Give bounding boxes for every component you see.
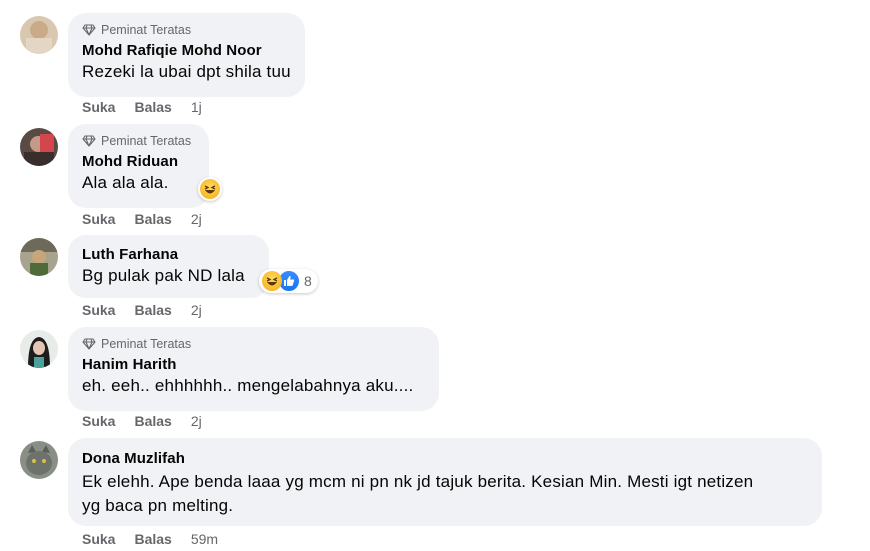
reply-button[interactable]: Balas bbox=[134, 211, 171, 227]
comment-text: eh. eeh.. ehhhhhh.. mengelabahnya aku...… bbox=[82, 376, 414, 395]
avatar[interactable] bbox=[20, 238, 58, 276]
avatar[interactable] bbox=[20, 441, 58, 479]
timestamp[interactable]: 59m bbox=[191, 531, 218, 547]
haha-reaction-icon bbox=[200, 179, 220, 199]
reply-button[interactable]: Balas bbox=[134, 99, 171, 115]
comment-actions: Suka Balas 2j bbox=[82, 412, 202, 430]
author-name[interactable]: Mohd Rafiqie Mohd Noor bbox=[82, 41, 291, 60]
like-button[interactable]: Suka bbox=[82, 531, 115, 547]
diamond-icon bbox=[82, 24, 96, 36]
like-button[interactable]: Suka bbox=[82, 302, 115, 318]
comment-text: Rezeki la ubai dpt shila tuu bbox=[82, 62, 291, 81]
comment-actions: Suka Balas 59m bbox=[82, 530, 218, 548]
haha-reaction-icon bbox=[262, 271, 282, 291]
comment-bubble: Luth Farhana Bg pulak pak ND lala bbox=[68, 235, 269, 298]
reply-button[interactable]: Balas bbox=[134, 302, 171, 318]
comment-text: Ala ala ala. bbox=[82, 173, 169, 192]
timestamp[interactable]: 2j bbox=[191, 211, 202, 227]
top-fan-badge: Peminat Teratas bbox=[82, 133, 195, 149]
timestamp[interactable]: 2j bbox=[191, 413, 202, 429]
badge-label: Peminat Teratas bbox=[101, 23, 192, 37]
comment-text: Bg pulak pak ND lala bbox=[82, 266, 245, 285]
avatar[interactable] bbox=[20, 330, 58, 368]
reaction-summary[interactable]: 8 bbox=[259, 269, 318, 293]
diamond-icon bbox=[82, 135, 96, 147]
comment-text-line: yg baca pn melting. bbox=[82, 496, 234, 515]
comment-bubble: Peminat Teratas Mohd Rafiqie Mohd Noor R… bbox=[68, 13, 305, 97]
author-name[interactable]: Luth Farhana bbox=[82, 245, 255, 264]
top-fan-badge: Peminat Teratas bbox=[82, 22, 291, 38]
comment-actions: Suka Balas 1j bbox=[82, 98, 202, 116]
comment-bubble: Peminat Teratas Mohd Riduan Ala ala ala. bbox=[68, 124, 209, 208]
badge-label: Peminat Teratas bbox=[101, 134, 192, 148]
comment-actions: Suka Balas 2j bbox=[82, 301, 202, 319]
author-name[interactable]: Dona Muzlifah bbox=[82, 449, 808, 468]
timestamp[interactable]: 2j bbox=[191, 302, 202, 318]
comment-actions: Suka Balas 2j bbox=[82, 210, 202, 228]
avatar[interactable] bbox=[20, 16, 58, 54]
badge-label: Peminat Teratas bbox=[101, 337, 192, 351]
timestamp[interactable]: 1j bbox=[191, 99, 202, 115]
reaction-summary[interactable] bbox=[198, 177, 222, 201]
reply-button[interactable]: Balas bbox=[134, 413, 171, 429]
diamond-icon bbox=[82, 338, 96, 350]
top-fan-badge: Peminat Teratas bbox=[82, 336, 425, 352]
comment-text-line: Ek elehh. Ape benda laaa yg mcm ni pn nk… bbox=[82, 472, 754, 491]
like-button[interactable]: Suka bbox=[82, 413, 115, 429]
comment-bubble: Peminat Teratas Hanim Harith eh. eeh.. e… bbox=[68, 327, 439, 411]
reaction-count: 8 bbox=[304, 273, 312, 289]
avatar[interactable] bbox=[20, 128, 58, 166]
author-name[interactable]: Mohd Riduan bbox=[82, 152, 195, 171]
like-button[interactable]: Suka bbox=[82, 211, 115, 227]
author-name[interactable]: Hanim Harith bbox=[82, 355, 425, 374]
reply-button[interactable]: Balas bbox=[134, 531, 171, 547]
like-button[interactable]: Suka bbox=[82, 99, 115, 115]
comment-bubble: Dona Muzlifah Ek elehh. Ape benda laaa y… bbox=[68, 438, 822, 526]
